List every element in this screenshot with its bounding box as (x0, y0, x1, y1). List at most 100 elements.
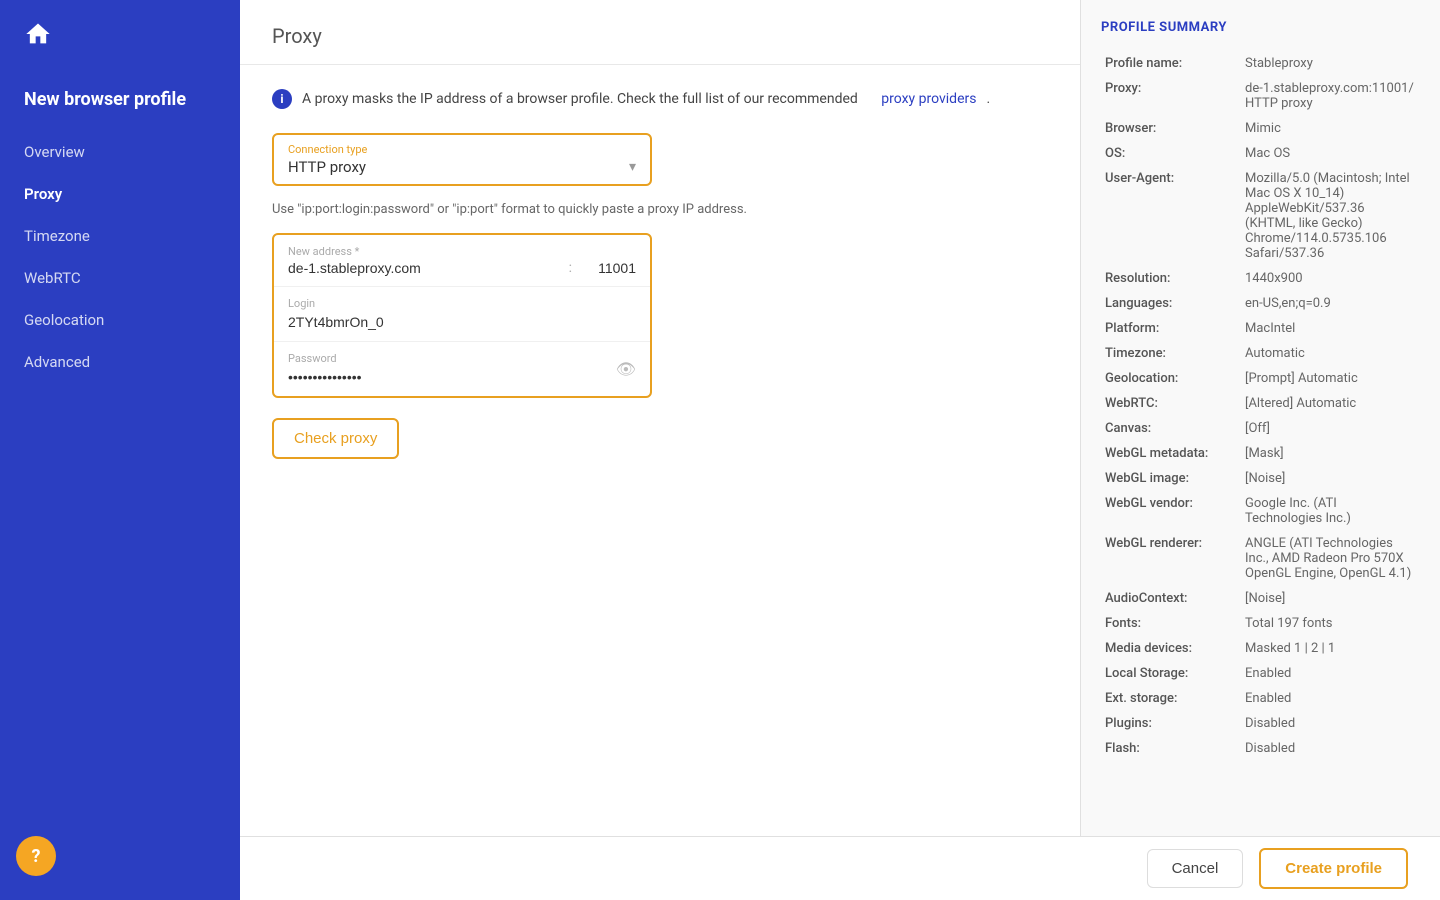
summary-row-value: Google Inc. (ATI Technologies Inc.) (1241, 491, 1420, 531)
summary-row-value: [Off] (1241, 416, 1420, 441)
summary-row-value: MacIntel (1241, 316, 1420, 341)
summary-row: Languages:en-US,en;q=0.9 (1101, 291, 1420, 316)
summary-row-label: WebGL image: (1101, 466, 1241, 491)
sidebar-item-timezone[interactable]: Timezone (0, 215, 240, 257)
proxy-providers-link[interactable]: proxy providers (881, 91, 976, 107)
summary-row-label: Canvas: (1101, 416, 1241, 441)
home-button[interactable] (0, 0, 240, 72)
proxy-fields-box: New address * : Login Password (272, 233, 652, 398)
summary-row: AudioContext:[Noise] (1101, 586, 1420, 611)
connection-type-select[interactable]: HTTP proxy ▾ (288, 158, 636, 176)
summary-row-value: [Altered] Automatic (1241, 391, 1420, 416)
summary-row-value: Enabled (1241, 661, 1420, 686)
summary-row: WebGL vendor:Google Inc. (ATI Technologi… (1101, 491, 1420, 531)
summary-row-label: WebGL renderer: (1101, 531, 1241, 586)
summary-row-value: [Prompt] Automatic (1241, 366, 1420, 391)
summary-row: Fonts:Total 197 fonts (1101, 611, 1420, 636)
hint-text: Use "ip:port:login:password" or "ip:port… (272, 202, 1048, 217)
chevron-down-icon: ▾ (629, 159, 636, 175)
summary-row-value: Disabled (1241, 711, 1420, 736)
footer: Cancel Create profile (240, 836, 1440, 900)
summary-row-label: Browser: (1101, 116, 1241, 141)
summary-row-label: Proxy: (1101, 76, 1241, 116)
password-input[interactable] (288, 369, 608, 385)
summary-row-value: [Noise] (1241, 586, 1420, 611)
sidebar-item-webrtc[interactable]: WebRTC (0, 257, 240, 299)
summary-row-label: Media devices: (1101, 636, 1241, 661)
summary-row: Platform:MacIntel (1101, 316, 1420, 341)
summary-row-value: Total 197 fonts (1241, 611, 1420, 636)
summary-row-value: [Noise] (1241, 466, 1420, 491)
page-title: New browser profile (0, 72, 240, 119)
info-period: . (986, 91, 990, 107)
summary-row: WebGL image:[Noise] (1101, 466, 1420, 491)
summary-row-label: AudioContext: (1101, 586, 1241, 611)
summary-row-label: User-Agent: (1101, 166, 1241, 266)
sidebar: New browser profile Overview Proxy Timez… (0, 0, 240, 900)
summary-row-label: Timezone: (1101, 341, 1241, 366)
sidebar-item-advanced[interactable]: Advanced (0, 341, 240, 383)
login-label: Login (288, 297, 636, 310)
summary-row-value: [Mask] (1241, 441, 1420, 466)
summary-row-value: en-US,en;q=0.9 (1241, 291, 1420, 316)
support-button[interactable]: ? (16, 836, 56, 876)
summary-panel: PROFILE SUMMARY Profile name:Stableproxy… (1080, 0, 1440, 836)
summary-row: WebGL renderer:ANGLE (ATI Technologies I… (1101, 531, 1420, 586)
summary-row-label: OS: (1101, 141, 1241, 166)
summary-row-value: Mozilla/5.0 (Macintosh; Intel Mac OS X 1… (1241, 166, 1420, 266)
summary-row: User-Agent:Mozilla/5.0 (Macintosh; Intel… (1101, 166, 1420, 266)
summary-row: Profile name:Stableproxy (1101, 51, 1420, 76)
summary-row-value: de-1.stableproxy.com:11001/ HTTP proxy (1241, 76, 1420, 116)
info-icon: i (272, 89, 292, 109)
password-field: Password 👁 (274, 342, 650, 396)
address-row: : (288, 260, 636, 276)
login-field: Login (274, 287, 650, 342)
login-input[interactable] (288, 314, 636, 330)
sidebar-item-geolocation[interactable]: Geolocation (0, 299, 240, 341)
create-profile-button[interactable]: Create profile (1259, 848, 1408, 889)
summary-row-label: Languages: (1101, 291, 1241, 316)
summary-row-value: Automatic (1241, 341, 1420, 366)
summary-row-value: Disabled (1241, 736, 1420, 761)
summary-row: WebGL metadata:[Mask] (1101, 441, 1420, 466)
summary-row-label: Profile name: (1101, 51, 1241, 76)
check-proxy-button[interactable]: Check proxy (272, 418, 399, 459)
summary-row: Plugins:Disabled (1101, 711, 1420, 736)
summary-row: Browser:Mimic (1101, 116, 1420, 141)
info-banner: i A proxy masks the IP address of a brow… (272, 89, 1048, 109)
proxy-page-title: Proxy (240, 0, 1080, 65)
cancel-button[interactable]: Cancel (1147, 849, 1244, 888)
summary-row: Media devices:Masked 1 | 2 | 1 (1101, 636, 1420, 661)
eye-icon[interactable]: 👁 (616, 360, 636, 379)
summary-row: Timezone:Automatic (1101, 341, 1420, 366)
summary-row-label: Plugins: (1101, 711, 1241, 736)
info-text: A proxy masks the IP address of a browse… (302, 91, 858, 107)
summary-row: Resolution:1440x900 (1101, 266, 1420, 291)
address-input[interactable] (288, 260, 565, 276)
port-input[interactable] (576, 260, 636, 276)
sidebar-nav: Overview Proxy Timezone WebRTC Geolocati… (0, 131, 240, 820)
connection-type-field[interactable]: Connection type HTTP proxy ▾ (272, 133, 652, 186)
summary-row-label: Platform: (1101, 316, 1241, 341)
summary-row: Canvas:[Off] (1101, 416, 1420, 441)
connection-type-label: Connection type (288, 143, 636, 156)
summary-row-label: WebGL metadata: (1101, 441, 1241, 466)
connection-type-value: HTTP proxy (288, 158, 366, 176)
form-section: Proxy i A proxy masks the IP address of … (240, 0, 1080, 836)
summary-row-value: 1440x900 (1241, 266, 1420, 291)
summary-row: WebRTC:[Altered] Automatic (1101, 391, 1420, 416)
main-area: Proxy i A proxy masks the IP address of … (240, 0, 1440, 900)
summary-row-label: Local Storage: (1101, 661, 1241, 686)
summary-row-label: Resolution: (1101, 266, 1241, 291)
sidebar-item-overview[interactable]: Overview (0, 131, 240, 173)
form-body: i A proxy masks the IP address of a brow… (240, 65, 1080, 483)
sidebar-item-proxy[interactable]: Proxy (0, 173, 240, 215)
summary-row: Proxy:de-1.stableproxy.com:11001/ HTTP p… (1101, 76, 1420, 116)
summary-row-value: Masked 1 | 2 | 1 (1241, 636, 1420, 661)
summary-row: OS:Mac OS (1101, 141, 1420, 166)
summary-row-value: Enabled (1241, 686, 1420, 711)
address-field: New address * : (274, 235, 650, 287)
summary-row-label: WebRTC: (1101, 391, 1241, 416)
summary-title: PROFILE SUMMARY (1101, 20, 1420, 35)
summary-row-label: Ext. storage: (1101, 686, 1241, 711)
